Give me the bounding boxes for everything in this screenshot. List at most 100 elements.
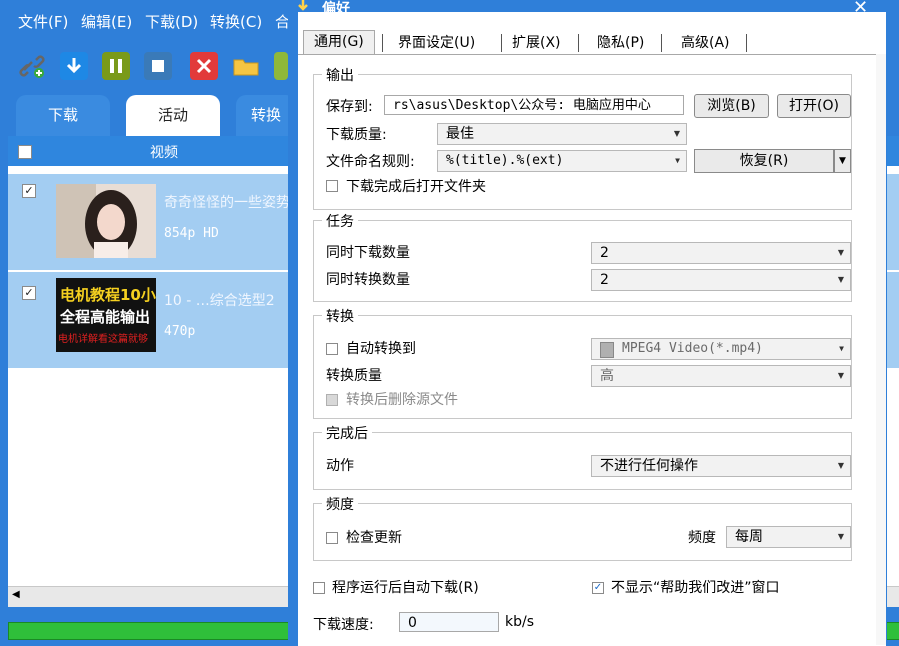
auto-convert-label: 自动转换到 [346,341,416,357]
auto-download-checkbox[interactable] [313,582,325,594]
tab-separator [746,34,747,52]
tab-advanced[interactable]: 高级(A) [671,32,740,54]
open-folder-checkbox[interactable] [326,180,338,192]
tab-separator [578,34,579,52]
browse-button[interactable]: 浏览(B) [694,94,769,118]
auto-download-label: 程序运行后自动下载(R) [332,580,479,596]
chevron-down-icon: ▼ [839,344,844,353]
row-checkbox[interactable]: ✓ [22,184,36,198]
delete-source-label: 转换后删除源文件 [346,392,458,408]
group-convert: 转换 自动转换到 MPEG4 Video(*.mp4) ▼ 转换质量 高 ▼ 转换后… [313,306,852,419]
hide-help-checkbox[interactable]: ✓ [592,582,604,594]
chevron-down-icon: ▼ [675,156,680,165]
group-frequency-title: 频度 [322,494,358,514]
group-after-complete: 完成后 动作 不进行任何操作 ▼ [313,423,852,490]
preferences-dialog: 偏好 ✕ 通用(G) 界面设定(U) 扩展(X) 隐私(P) 高级(A) 输出 … [288,0,887,646]
download-icon[interactable] [60,52,88,80]
save-to-label: 保存到: [326,99,373,115]
save-path-field[interactable]: rs\asus\Desktop\公众号: 电脑应用中心 [384,95,684,115]
naming-rule-value: %(title).%(ext) [446,153,564,168]
open-button[interactable]: 打开(O) [777,94,851,118]
folder-icon[interactable] [232,52,260,80]
menu-file[interactable]: 文件(F) [18,11,68,32]
column-video: 视频 [150,145,178,161]
action-label: 动作 [326,458,354,474]
chevron-down-icon: ▼ [837,248,844,257]
tab-general[interactable]: 通用(G) [303,30,375,55]
tab-strip: 通用(G) 界面设定(U) 扩展(X) 隐私(P) 高级(A) [298,12,886,55]
tab-separator [661,34,662,52]
pause-icon[interactable] [102,52,130,80]
download-quality-label: 下载质量: [326,127,387,143]
group-frequency: 频度 检查更新 频度 每周 ▼ [313,494,852,561]
menu-convert[interactable]: 转换(C) [210,11,262,32]
tab-privacy[interactable]: 隐私(P) [587,32,654,54]
convert-quality-value: 高 [600,368,614,384]
frequency-select[interactable]: 每周 ▼ [726,526,851,548]
row-title: 10 - …综合选型2 [164,293,275,309]
group-after-title: 完成后 [322,423,372,443]
delete-icon[interactable] [190,52,218,80]
chevron-down-icon: ▼ [837,371,844,380]
video-thumbnail [56,184,156,258]
add-link-icon[interactable] [18,52,46,80]
row-resolution: 854p HD [164,226,219,241]
check-updates-label: 检查更新 [346,530,402,546]
frequency-value: 每周 [735,529,763,545]
download-quality-value: 最佳 [446,126,474,142]
chevron-down-icon: ▼ [837,275,844,284]
auto-convert-format-select[interactable]: MPEG4 Video(*.mp4) ▼ [591,338,851,360]
download-speed-input[interactable]: 0 [399,612,499,632]
auto-convert-checkbox[interactable] [326,343,338,355]
frequency-label: 频度 [688,530,716,546]
menu-download[interactable]: 下载(D) [145,11,198,32]
naming-rule-label: 文件命名规则: [326,154,415,170]
chevron-down-icon: ▼ [837,461,844,470]
concurrent-conversions-select[interactable]: 2 ▼ [591,269,851,291]
tab-active[interactable]: 活动 [126,95,220,140]
tab-interface[interactable]: 界面设定(U) [388,32,485,54]
app-icon [298,0,308,11]
play-icon[interactable] [274,52,288,80]
general-panel: 输出 保存到: rs\asus\Desktop\公众号: 电脑应用中心 浏览(B… [298,54,886,646]
tab-convert[interactable]: 转换 [236,95,296,140]
tab-download[interactable]: 下载 [16,95,110,140]
group-output: 输出 保存到: rs\asus\Desktop\公众号: 电脑应用中心 浏览(B… [313,65,852,210]
convert-quality-select[interactable]: 高 ▼ [591,365,851,387]
group-tasks-title: 任务 [322,211,358,231]
stop-icon[interactable] [144,52,172,80]
restore-button[interactable]: 恢复(R) [694,149,834,173]
video-file-icon [600,342,614,358]
group-convert-title: 转换 [322,306,358,326]
row-checkbox[interactable]: ✓ [22,286,36,300]
delete-source-checkbox[interactable] [326,394,338,406]
row-title: 奇奇怪怪的一些姿势 [164,195,290,211]
thumb-caption-3: 电机详解看这篇就够 [58,334,148,345]
concurrent-conversions-label: 同时转换数量 [326,272,410,288]
tab-separator [382,34,383,52]
naming-rule-select[interactable]: %(title).%(ext) ▼ [437,150,687,172]
chevron-down-icon: ▼ [837,532,844,541]
concurrent-downloads-value: 2 [600,245,609,261]
auto-convert-format-value: MPEG4 Video(*.mp4) [622,341,763,356]
restore-dropdown-icon[interactable]: ▼ [834,149,851,173]
chevron-down-icon: ▼ [673,129,680,138]
speed-unit-label: kb/s [505,614,535,630]
scroll-left-icon[interactable]: ◀ [12,589,20,600]
dialog-body: 通用(G) 界面设定(U) 扩展(X) 隐私(P) 高级(A) 输出 保存到: … [298,12,886,646]
action-select[interactable]: 不进行任何操作 ▼ [591,455,851,477]
select-all-checkbox[interactable] [18,145,32,159]
concurrent-downloads-select[interactable]: 2 ▼ [591,242,851,264]
thumb-caption-1: 电机教程10小 [60,286,156,304]
check-updates-checkbox[interactable] [326,532,338,544]
video-thumbnail: 电机教程10小 全程高能输出 电机详解看这篇就够 [56,278,156,352]
tab-extensions[interactable]: 扩展(X) [502,32,571,54]
menu-edit[interactable]: 编辑(E) [81,11,132,32]
vertical-scrollbar[interactable] [876,54,886,645]
thumb-caption-2: 全程高能输出 [60,308,151,326]
concurrent-downloads-label: 同时下载数量 [326,245,410,261]
group-output-title: 输出 [322,65,358,85]
convert-quality-label: 转换质量 [326,368,382,384]
download-quality-select[interactable]: 最佳 ▼ [437,123,687,145]
row-resolution: 470p [164,324,196,339]
